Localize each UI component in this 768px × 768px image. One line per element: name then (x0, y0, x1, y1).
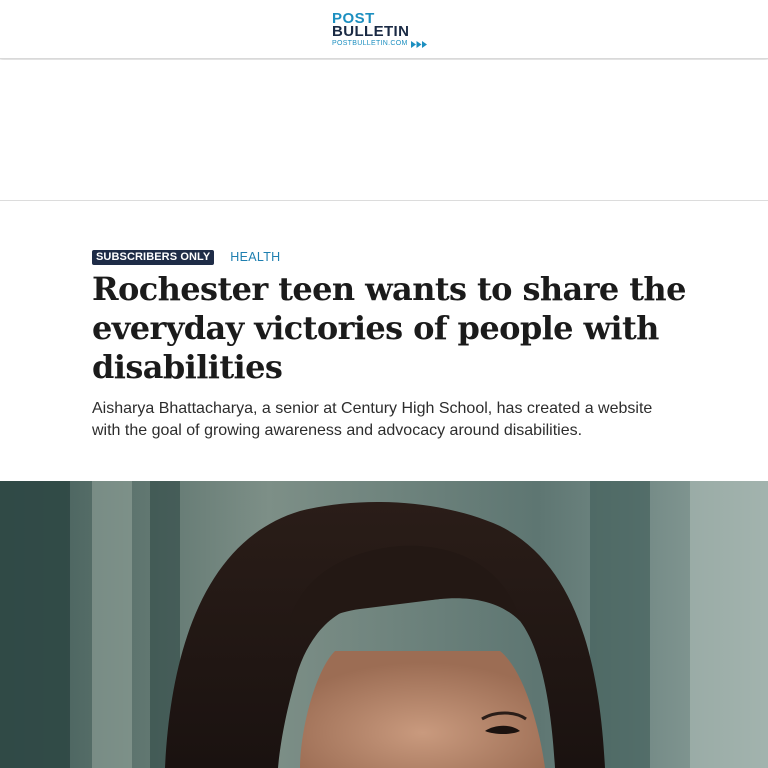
logo-url-row: POSTBULLETIN.COM (332, 39, 427, 49)
logo-url: POSTBULLETIN.COM (332, 40, 408, 47)
site-header: POST BULLETIN POSTBULLETIN.COM (0, 0, 768, 59)
article-labels: SUBSCRIBERS ONLY HEALTH (92, 249, 280, 265)
article-summary: Aisharya Bhattacharya, a senior at Centu… (92, 400, 653, 439)
site-logo[interactable]: POST BULLETIN POSTBULLETIN.COM (332, 11, 444, 51)
hero-photo-illustration (0, 481, 768, 768)
category-link-health[interactable]: HEALTH (230, 249, 280, 265)
article-hero-photo[interactable] (0, 481, 768, 768)
article-headline: Rochester teen wants to share the everyd… (92, 270, 686, 386)
subscribers-only-badge: SUBSCRIBERS ONLY (92, 249, 215, 265)
ad-slot (0, 60, 768, 201)
logo-line-bulletin: BULLETIN (332, 23, 410, 40)
triple-chevron-icon (410, 40, 427, 48)
